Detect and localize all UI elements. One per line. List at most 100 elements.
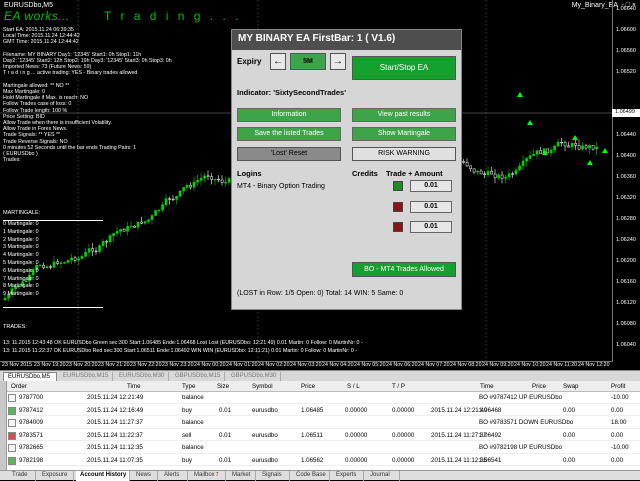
cell-price2: BO #9782198 UP EURUSDbo — [479, 444, 563, 451]
history-row[interactable]: 9787700 2015.11.24 12:21:49 balance BO #978… — [7, 392, 640, 404]
martingale-row: 0 Martingale: 0 — [3, 221, 39, 227]
expiry-prev-button[interactable]: ← — [270, 53, 286, 70]
expiry-next-button[interactable]: → — [330, 53, 346, 70]
cell-size: 0.01 — [219, 456, 232, 464]
col-size[interactable]: Size — [217, 383, 229, 390]
amount-field[interactable]: 0.01 — [410, 201, 452, 213]
amount-status-square[interactable] — [393, 181, 403, 191]
price-label: 1.06120 — [616, 300, 636, 306]
col-price[interactable]: Price — [301, 383, 315, 390]
candle-body — [553, 145, 556, 151]
candle-body — [500, 174, 504, 179]
candle-body — [189, 184, 192, 188]
buy-icon — [8, 456, 16, 465]
amount-field[interactable]: 0.01 — [410, 221, 452, 233]
start-stop-button[interactable]: Start/Stop EA — [352, 56, 456, 80]
price-label: 1.06080 — [616, 321, 636, 327]
history-row[interactable]: 9783571 2015.11.24 11:22:37 sell 0.01 eurusd… — [7, 430, 640, 441]
candle-body — [182, 187, 185, 192]
cell-time: 2015.11.24 12:16:49 — [87, 406, 144, 414]
amount-status-square[interactable] — [393, 202, 403, 212]
history-row[interactable]: 9784009 2015.11.24 11:27:37 balance BO #978… — [7, 417, 640, 429]
col-type[interactable]: Type — [182, 383, 195, 390]
candle-body — [105, 241, 108, 243]
col-profit[interactable]: Profit — [611, 383, 625, 390]
view-past-results-button[interactable]: View past results — [352, 108, 456, 122]
cell-price2: BO #9787412 UP EURUSDbo — [479, 394, 563, 401]
cell-price: 1.06511 — [301, 431, 323, 439]
candle-body — [133, 225, 136, 228]
cell-order: 9784009 — [19, 419, 44, 426]
trade-log: 13: 11.2015 12:43:48 OK EURUSDbo Green s… — [3, 339, 363, 355]
information-button[interactable]: Information — [237, 108, 341, 122]
time-label: 23 Nov 20:20 — [66, 362, 98, 368]
mailbox-badge: 7 — [215, 472, 219, 478]
trading-label: T r a d i n g . . . — [104, 9, 242, 23]
cell-price2: BO #9783571 DOWN EURUSDbo — [479, 419, 574, 426]
price-label: 1.06200 — [616, 258, 636, 264]
time-label: 24 Nov 10:20 — [514, 362, 546, 368]
candle-body — [154, 210, 157, 216]
terminal-side-bar[interactable] — [0, 381, 7, 480]
time-label: 24 Nov 11:20 — [546, 362, 578, 368]
candle-body — [549, 149, 553, 154]
col-time2[interactable]: Time — [480, 383, 494, 390]
show-martingale-button[interactable]: Show Martingale — [352, 127, 456, 141]
stats-line: (LOST in Row: 1/5 Open: 0) Total: 14 WIN… — [237, 290, 404, 297]
time-label: 24 Nov 01:20 — [226, 362, 258, 368]
cell-type: balance — [182, 444, 204, 451]
cell-profit: 18.00 — [611, 419, 627, 426]
cell-price: 1.06485 — [301, 406, 324, 414]
expiry-value[interactable]: 5M — [290, 53, 326, 70]
price-label: 1.06640 — [616, 6, 636, 12]
candle-body — [570, 143, 574, 148]
price-label: 1.06280 — [616, 216, 636, 222]
col-tp[interactable]: T / P — [392, 383, 405, 390]
lost-reset-button[interactable]: 'Lost' Reset — [237, 147, 341, 161]
cell-tp: 0.00000 — [392, 431, 415, 439]
sell-icon — [8, 431, 16, 440]
history-row[interactable]: 9787412 2015.11.24 12:16:49 buy 0.01 eurusdb… — [7, 405, 640, 416]
amount-field[interactable]: 0.01 — [410, 180, 452, 192]
amount-status-square[interactable] — [393, 222, 403, 232]
time-label: 23 Nov 23:20 — [162, 362, 194, 368]
cell-profit: -10.00 — [611, 394, 629, 401]
cell-order: 9782665 — [19, 444, 44, 451]
history-row[interactable]: 9782198 2015.11.24 11:07:35 buy 0.01 eurusdb… — [7, 455, 640, 466]
signal-arrow-icon — [517, 92, 523, 97]
price-label: 1.06600 — [616, 27, 636, 33]
risk-warning-button[interactable]: RISK WARNING — [352, 147, 456, 161]
cell-time: 2015.11.24 11:22:37 — [87, 431, 143, 439]
candle-body — [161, 204, 164, 211]
col-sl[interactable]: S / L — [347, 383, 360, 390]
bo-trades-allowed-button[interactable]: BO - MT4 Trades Allowed — [352, 262, 456, 277]
time-label: 24 Nov 07:20 — [418, 362, 450, 368]
candle-body — [157, 209, 161, 212]
martingale-row: 9 Martingale: 0 — [3, 291, 39, 298]
col-order[interactable]: Order — [11, 383, 27, 390]
candle-body — [175, 196, 178, 200]
candle-body — [465, 162, 469, 167]
history-row[interactable]: 9782665 2015.11.24 11:12:35 balance BO #978… — [7, 442, 640, 454]
col-time[interactable]: Time — [127, 383, 141, 390]
panel-title: MY BINARY EA FirstBar: 1 ( V1.6) — [232, 30, 461, 50]
candle-body — [577, 145, 581, 150]
time-label: 24 Nov 00:20 — [194, 362, 226, 368]
candle-body — [129, 225, 133, 228]
current-price-tag: 1.06499 — [612, 109, 640, 117]
cell-price2: 1.06541 — [479, 456, 502, 464]
expiry-label: Expiry — [237, 57, 262, 66]
col-swap[interactable]: Swap — [563, 383, 578, 390]
col-symbol[interactable]: Symbol — [252, 383, 273, 390]
candle-body — [504, 176, 507, 179]
candle-body — [588, 145, 591, 149]
mt4-login-line: MT4 - Binary Option Trading — [237, 183, 325, 190]
col-price2[interactable]: Price — [532, 383, 546, 390]
cell-order: 9787412 — [19, 406, 44, 414]
cell-swap: 0.00 — [563, 406, 576, 414]
candle-body — [595, 146, 598, 150]
cell-profit: 0.00 — [611, 456, 624, 464]
save-trades-button[interactable]: Save the listed Trades — [237, 127, 341, 141]
candle-body — [143, 221, 147, 224]
terminal-history: Order Time Type Size Symbol Price S / L … — [0, 381, 640, 470]
